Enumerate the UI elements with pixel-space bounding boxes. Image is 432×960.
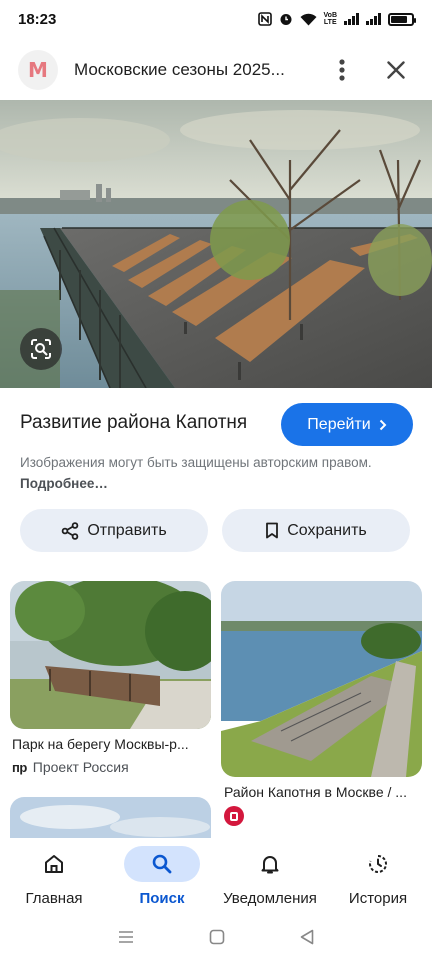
save-button[interactable]: Сохранить bbox=[222, 509, 410, 552]
lens-search-button[interactable] bbox=[20, 328, 62, 370]
more-vert-icon bbox=[339, 59, 345, 81]
volte-indicator: VoB LTE bbox=[323, 12, 337, 26]
visit-button-label: Перейти bbox=[307, 415, 371, 433]
nav-home[interactable]: Главная bbox=[0, 838, 108, 918]
save-label: Сохранить bbox=[287, 521, 367, 539]
alarm-icon bbox=[279, 12, 293, 26]
nav-notifications[interactable]: Уведомления bbox=[216, 838, 324, 918]
copyright-notice: Изображения могут быть защищены авторски… bbox=[20, 452, 400, 494]
signal-icon-2 bbox=[366, 13, 381, 25]
riverside-photo bbox=[221, 581, 422, 777]
learn-more-link[interactable]: Подробнее… bbox=[20, 476, 108, 491]
share-icon bbox=[62, 521, 79, 540]
bell-icon bbox=[232, 846, 308, 882]
nav-history-label: История bbox=[348, 890, 408, 907]
source-logo: пр bbox=[12, 759, 27, 775]
related-image-2[interactable] bbox=[221, 581, 422, 777]
copyright-text: Изображения могут быть защищены авторски… bbox=[20, 455, 372, 470]
back-icon[interactable] bbox=[300, 929, 314, 950]
page-title: Московские сезоны 2025... bbox=[74, 60, 285, 79]
status-time: 18:23 bbox=[18, 10, 57, 28]
more-menu-button[interactable] bbox=[324, 52, 360, 88]
preview-image[interactable] bbox=[0, 100, 432, 388]
park-photo bbox=[10, 581, 211, 729]
status-bar: 18:23 VoB LTE bbox=[0, 0, 432, 38]
search-icon bbox=[124, 846, 200, 882]
site-logo[interactable]: М bbox=[18, 50, 58, 90]
related-title-2[interactable]: Район Капотня в Москве / ... bbox=[224, 784, 420, 800]
source-logo bbox=[224, 806, 244, 826]
battery-icon bbox=[388, 12, 416, 26]
home-button-icon[interactable] bbox=[209, 929, 225, 950]
share-button[interactable]: Отправить bbox=[20, 509, 208, 552]
share-label: Отправить bbox=[87, 521, 167, 539]
home-icon bbox=[16, 846, 92, 882]
related-title-1[interactable]: Парк на берегу Москвы-р... bbox=[12, 736, 208, 752]
wifi-icon bbox=[300, 13, 317, 26]
related-image-1[interactable] bbox=[10, 581, 211, 729]
related-source-2 bbox=[224, 806, 244, 826]
nav-search[interactable]: Поиск bbox=[108, 838, 216, 918]
embankment-photo bbox=[0, 100, 432, 388]
menu-icon[interactable] bbox=[118, 930, 134, 949]
nfc-icon bbox=[257, 12, 272, 26]
result-title: Развитие района Капотня bbox=[20, 412, 248, 433]
close-button[interactable] bbox=[378, 52, 414, 88]
nav-notifications-label: Уведомления bbox=[223, 890, 317, 907]
history-icon bbox=[340, 846, 416, 882]
nav-search-label: Поиск bbox=[139, 890, 185, 907]
visit-button[interactable]: Перейти bbox=[281, 403, 413, 446]
status-icons: VoB LTE bbox=[257, 12, 416, 26]
related-source-1: пр Проект Россия bbox=[12, 759, 129, 775]
bottom-navigation: Главная Поиск Уведомления История bbox=[0, 838, 432, 918]
nav-history[interactable]: История bbox=[324, 838, 432, 918]
source-name: Проект Россия bbox=[32, 759, 129, 775]
nav-home-label: Главная bbox=[25, 890, 83, 907]
site-logo-letter: М bbox=[28, 58, 48, 82]
bookmark-icon bbox=[266, 522, 279, 539]
signal-icon-1 bbox=[344, 13, 359, 25]
header: М Московские сезоны 2025... bbox=[0, 44, 432, 96]
battery-level bbox=[391, 15, 407, 23]
system-navigation-bar bbox=[0, 918, 432, 960]
lens-icon bbox=[31, 339, 51, 359]
chevron-right-icon bbox=[379, 419, 387, 430]
close-icon bbox=[387, 61, 405, 79]
